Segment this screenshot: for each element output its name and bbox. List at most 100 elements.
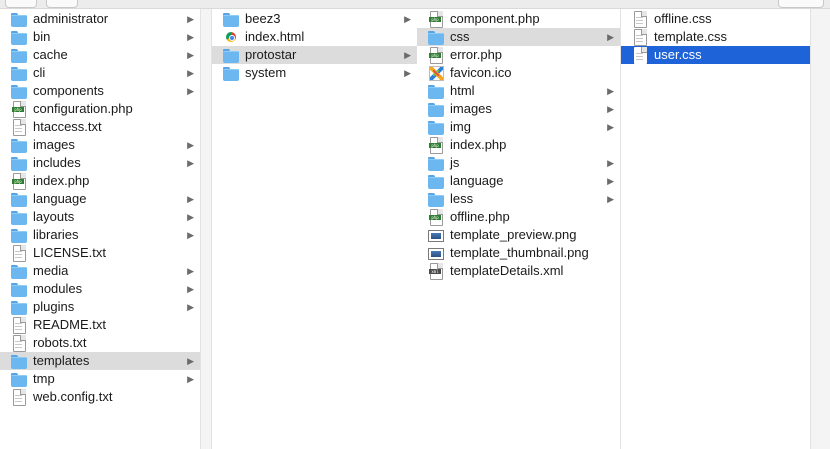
item-label: index.php xyxy=(33,173,90,188)
image-file-icon xyxy=(428,227,444,243)
item-label: README.txt xyxy=(33,317,106,332)
column-1[interactable]: administrator ▶ bin ▶ cache ▶ cli ▶ components ▶ p… xyxy=(0,9,201,449)
item-label: cli xyxy=(33,65,46,80)
chevron-right-icon: ▶ xyxy=(607,104,614,114)
folder-row[interactable]: images ▶ xyxy=(417,100,620,118)
folder-row[interactable]: less ▶ xyxy=(417,190,620,208)
item-label: language xyxy=(33,191,87,206)
back-button[interactable] xyxy=(5,0,37,8)
item-label: template.css xyxy=(654,29,727,44)
item-label: cache xyxy=(33,47,68,62)
item-label: web.config.txt xyxy=(33,389,113,404)
toolbar-button[interactable] xyxy=(778,0,824,8)
text-file-icon xyxy=(11,119,27,136)
item-label: modules xyxy=(33,281,83,296)
folder-row[interactable]: libraries ▶ xyxy=(0,226,200,244)
text-file-icon xyxy=(632,29,648,46)
folder-row[interactable]: beez3 ▶ xyxy=(212,10,417,28)
chevron-right-icon: ▶ xyxy=(404,68,411,78)
file-row[interactable]: php error.php xyxy=(417,46,620,64)
file-row[interactable]: favicon.ico xyxy=(417,64,620,82)
file-row[interactable]: offline.css xyxy=(621,10,810,28)
folder-icon xyxy=(11,65,27,81)
file-row[interactable]: README.txt xyxy=(0,316,200,334)
folder-icon xyxy=(428,101,444,117)
folder-row[interactable]: tmp ▶ xyxy=(0,370,200,388)
column-3[interactable]: php component.php css ▶ php error.php favicon.… xyxy=(417,9,621,449)
file-row[interactable]: template_preview.png xyxy=(417,226,620,244)
folder-row[interactable]: language ▶ xyxy=(0,190,200,208)
item-label: less xyxy=(450,191,474,206)
php-file-icon: php xyxy=(428,11,444,28)
folder-row[interactable]: bin ▶ xyxy=(0,28,200,46)
item-label: robots.txt xyxy=(33,335,87,350)
column-4[interactable]: offline.css template.css user.css xyxy=(621,9,811,449)
folder-row[interactable]: media ▶ xyxy=(0,262,200,280)
text-file-icon xyxy=(11,335,27,352)
folder-row[interactable]: system ▶ xyxy=(212,64,417,82)
folder-row[interactable]: includes ▶ xyxy=(0,154,200,172)
folder-icon xyxy=(428,173,444,189)
image-file-icon xyxy=(428,245,444,261)
column-2[interactable]: beez3 ▶ index.html protostar ▶ system ▶ xyxy=(211,9,418,449)
folder-row[interactable]: js ▶ xyxy=(417,154,620,172)
folder-row[interactable]: plugins ▶ xyxy=(0,298,200,316)
folder-row[interactable]: cache ▶ xyxy=(0,46,200,64)
folder-row[interactable]: templates ▶ xyxy=(0,352,200,370)
file-row[interactable]: LICENSE.txt xyxy=(0,244,200,262)
item-label: index.html xyxy=(245,29,305,44)
folder-icon xyxy=(428,155,444,171)
folder-row[interactable]: protostar ▶ xyxy=(212,46,417,64)
file-row[interactable]: php index.php xyxy=(417,136,620,154)
file-row[interactable]: xml templateDetails.xml xyxy=(417,262,620,280)
file-row[interactable]: htaccess.txt xyxy=(0,118,200,136)
folder-icon xyxy=(11,47,27,63)
html-file-icon xyxy=(223,29,239,45)
folder-row[interactable]: cli ▶ xyxy=(0,64,200,82)
item-label: layouts xyxy=(33,209,75,224)
item-label: offline.php xyxy=(450,209,510,224)
chevron-right-icon: ▶ xyxy=(404,50,411,60)
file-row[interactable]: php index.php xyxy=(0,172,200,190)
item-label: includes xyxy=(33,155,81,170)
chevron-right-icon: ▶ xyxy=(404,14,411,24)
item-label: error.php xyxy=(450,47,503,62)
text-file-icon xyxy=(11,317,27,334)
file-row[interactable]: php component.php xyxy=(417,10,620,28)
folder-row[interactable]: language ▶ xyxy=(417,172,620,190)
chevron-right-icon: ▶ xyxy=(607,158,614,168)
file-row[interactable]: template.css xyxy=(621,28,810,46)
chevron-right-icon: ▶ xyxy=(187,374,194,384)
folder-row[interactable]: layouts ▶ xyxy=(0,208,200,226)
chevron-right-icon: ▶ xyxy=(607,32,614,42)
folder-row[interactable]: images ▶ xyxy=(0,136,200,154)
item-label: components xyxy=(33,83,104,98)
folder-row[interactable]: html ▶ xyxy=(417,82,620,100)
folder-row[interactable]: modules ▶ xyxy=(0,280,200,298)
preview-pane xyxy=(810,9,830,449)
item-label: template_preview.png xyxy=(450,227,577,242)
file-row[interactable]: php configuration.php xyxy=(0,100,200,118)
item-label: protostar xyxy=(245,47,297,62)
text-file-icon xyxy=(632,47,648,64)
forward-button[interactable] xyxy=(46,0,78,8)
folder-row[interactable]: components ▶ xyxy=(0,82,200,100)
column-divider[interactable] xyxy=(201,9,211,449)
folder-icon xyxy=(11,371,27,387)
item-label: html xyxy=(450,83,475,98)
folder-row[interactable]: administrator ▶ xyxy=(0,10,200,28)
folder-row[interactable]: img ▶ xyxy=(417,118,620,136)
file-row[interactable]: web.config.txt xyxy=(0,388,200,406)
file-row[interactable]: template_thumbnail.png xyxy=(417,244,620,262)
php-file-icon: php xyxy=(428,47,444,64)
folder-icon xyxy=(11,137,27,153)
file-row[interactable]: index.html xyxy=(212,28,417,46)
item-label: css xyxy=(450,29,470,44)
file-row[interactable]: php offline.php xyxy=(417,208,620,226)
item-label: configuration.php xyxy=(33,101,133,116)
chevron-right-icon: ▶ xyxy=(187,266,194,276)
file-row[interactable]: robots.txt xyxy=(0,334,200,352)
file-row[interactable]: user.css xyxy=(621,46,810,64)
folder-row[interactable]: css ▶ xyxy=(417,28,620,46)
folder-icon xyxy=(11,299,27,315)
